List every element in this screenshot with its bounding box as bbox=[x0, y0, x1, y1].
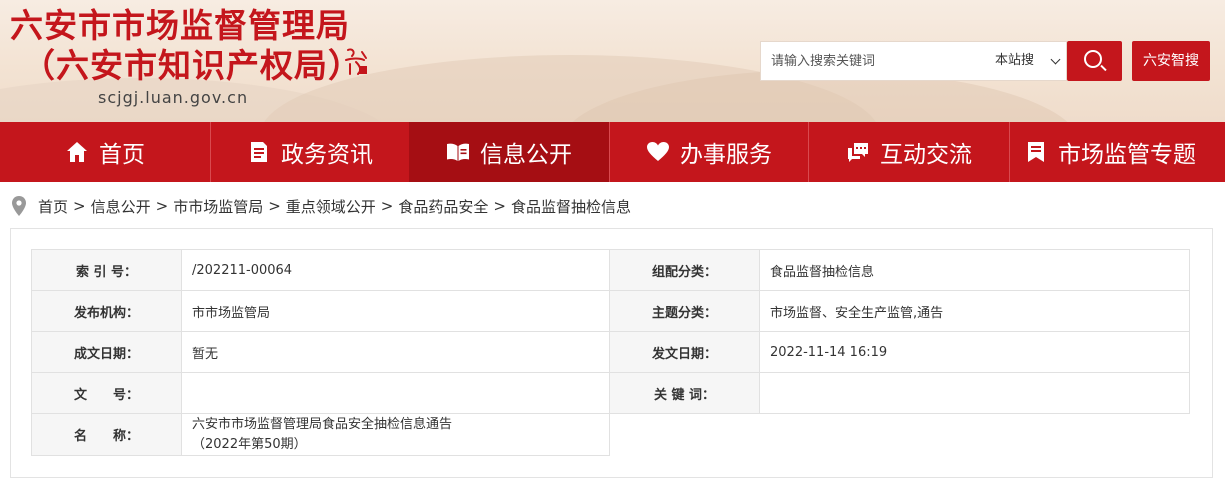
search-input[interactable] bbox=[761, 42, 976, 80]
main-nav: 首页 政务资讯 信息公开 办事服务 互动交流 市场监管专题 bbox=[0, 122, 1225, 182]
search-scope-value: 本站搜 bbox=[995, 53, 1035, 68]
breadcrumb: 首页 > 信息公开 > 市市场监管局 > 重点领域公开 > 食品药品安全 > 食… bbox=[12, 194, 631, 218]
published-date-value: 2022-11-14 16:19 bbox=[759, 331, 1190, 373]
site-title-line1: 六安市市场监督管理局 bbox=[10, 6, 350, 45]
doc-number-label: 文 号： bbox=[31, 372, 182, 414]
table-row: 名 称： 六安市市场监督管理局食品安全抽检信息通告 （2022年第50期） bbox=[31, 413, 1190, 456]
title-value-line1: 六安市市场监督管理局食品安全抽检信息通告 bbox=[192, 417, 453, 432]
bookmark-icon bbox=[1024, 140, 1048, 164]
doc-number-value bbox=[181, 372, 610, 414]
table-row: 文 号： 关 键 词： bbox=[31, 372, 1190, 414]
city-seal-logo bbox=[342, 46, 370, 78]
document-metadata-table: 索 引 号： /202211-00064 组配分类： 食品监督抽检信息 发布机构… bbox=[31, 249, 1190, 456]
breadcrumb-info-open[interactable]: 信息公开 bbox=[91, 196, 151, 217]
nav-label: 市场监管专题 bbox=[1058, 142, 1196, 168]
title-value-line2: （2022年第50期） bbox=[192, 437, 307, 452]
created-date-label: 成文日期： bbox=[31, 331, 182, 373]
topic-label: 主题分类： bbox=[609, 290, 760, 332]
site-domain: scjgj.luan.gov.cn bbox=[98, 88, 249, 107]
smart-search-button[interactable]: 六安智搜 bbox=[1132, 41, 1210, 81]
nav-item-interaction[interactable]: 互动交流 bbox=[809, 122, 1009, 182]
document-icon bbox=[247, 140, 271, 164]
title-label: 名 称： bbox=[31, 413, 182, 456]
title-value: 六安市市场监督管理局食品安全抽检信息通告 （2022年第50期） bbox=[181, 413, 610, 456]
nav-label: 办事服务 bbox=[680, 142, 772, 168]
nav-item-services[interactable]: 办事服务 bbox=[610, 122, 808, 182]
home-icon bbox=[65, 140, 89, 164]
nav-label: 政务资讯 bbox=[281, 142, 373, 168]
created-date-value: 暂无 bbox=[181, 331, 610, 373]
category-value: 食品监督抽检信息 bbox=[759, 249, 1190, 291]
breadcrumb-food-inspection[interactable]: 食品监督抽检信息 bbox=[511, 196, 631, 217]
nav-item-home[interactable]: 首页 bbox=[0, 122, 210, 182]
breadcrumb-food-drug[interactable]: 食品药品安全 bbox=[398, 196, 488, 217]
nav-item-info-open[interactable]: 信息公开 bbox=[409, 122, 609, 182]
breadcrumb-bureau[interactable]: 市市场监管局 bbox=[173, 196, 263, 217]
nav-label: 首页 bbox=[99, 142, 145, 168]
breadcrumb-home[interactable]: 首页 bbox=[38, 196, 68, 217]
site-title[interactable]: 六安市市场监督管理局 （六安市知识产权局） bbox=[10, 6, 362, 86]
keywords-label: 关 键 词： bbox=[609, 372, 760, 414]
table-row: 索 引 号： /202211-00064 组配分类： 食品监督抽检信息 bbox=[31, 249, 1190, 291]
publisher-label: 发布机构： bbox=[31, 290, 182, 332]
search-button[interactable] bbox=[1067, 41, 1122, 81]
table-row: 成文日期： 暂无 发文日期： 2022-11-14 16:19 bbox=[31, 331, 1190, 373]
nav-label: 互动交流 bbox=[880, 142, 972, 168]
publisher-value: 市市场监管局 bbox=[181, 290, 610, 332]
keywords-value bbox=[759, 372, 1190, 414]
nav-item-news[interactable]: 政务资讯 bbox=[211, 122, 409, 182]
chevron-down-icon bbox=[1050, 54, 1061, 65]
heart-icon bbox=[646, 140, 670, 164]
search-scope-select[interactable]: 本站搜 bbox=[989, 42, 1067, 80]
breadcrumb-key-areas[interactable]: 重点领域公开 bbox=[286, 196, 376, 217]
search-box: 本站搜 bbox=[760, 41, 1067, 81]
location-pin-icon bbox=[12, 196, 26, 216]
index-value: /202211-00064 bbox=[181, 249, 610, 291]
nav-label: 信息公开 bbox=[480, 142, 572, 168]
chat-icon bbox=[846, 140, 870, 164]
topic-value: 市场监督、安全生产监管,通告 bbox=[759, 290, 1190, 332]
index-label: 索 引 号： bbox=[31, 249, 182, 291]
open-book-icon bbox=[446, 140, 470, 164]
table-row: 发布机构： 市市场监管局 主题分类： 市场监督、安全生产监管,通告 bbox=[31, 290, 1190, 332]
nav-item-special-topic[interactable]: 市场监管专题 bbox=[1010, 122, 1210, 182]
published-date-label: 发文日期： bbox=[609, 331, 760, 373]
category-label: 组配分类： bbox=[609, 249, 760, 291]
site-title-line2: （六安市知识产权局） bbox=[22, 46, 362, 85]
